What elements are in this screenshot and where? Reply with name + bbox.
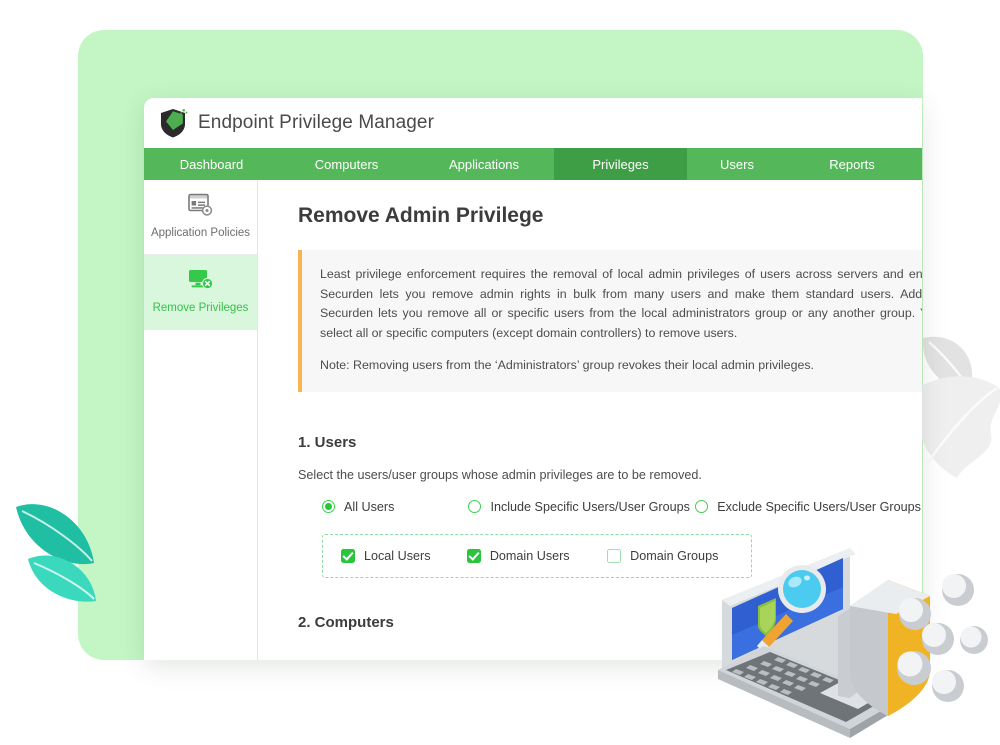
- sidebar-item-label: Application Policies: [148, 227, 253, 241]
- main-navigation: Dashboard Computers Applications Privile…: [144, 148, 922, 180]
- teal-leaf-decoration: [8, 485, 138, 615]
- checkbox-label: Domain Users: [490, 549, 570, 563]
- sidebar-item-label: Remove Privileges: [148, 302, 253, 316]
- sidebar-item-application-policies[interactable]: Application Policies: [144, 180, 257, 255]
- nav-tab-users[interactable]: Users: [687, 148, 787, 180]
- shield-check-logo-icon: [158, 107, 188, 139]
- radio-label: Include Specific Users/User Groups: [490, 500, 689, 514]
- laptop-shield-illustration: [700, 488, 1000, 745]
- checkbox-indicator: [607, 549, 621, 563]
- radio-label: All Users: [344, 500, 394, 514]
- app-title: Endpoint Privilege Manager: [198, 112, 434, 134]
- document-gear-icon: [148, 192, 253, 218]
- checkbox-indicator: [467, 549, 481, 563]
- info-callout: Least privilege enforcement requires the…: [298, 250, 922, 392]
- user-type-checkbox-group: Local Users Domain Users Domain Groups: [322, 534, 752, 578]
- nav-tab-applications[interactable]: Applications: [414, 148, 554, 180]
- section-title-users: 1. Users: [298, 434, 922, 451]
- checkbox-local-users[interactable]: Local Users: [341, 549, 467, 563]
- monitor-remove-icon: [148, 267, 253, 293]
- sidebar-item-remove-privileges[interactable]: Remove Privileges: [144, 255, 257, 330]
- app-header: Endpoint Privilege Manager: [144, 98, 922, 148]
- info-paragraph: Least privilege enforcement requires the…: [320, 265, 922, 343]
- nav-tab-dashboard[interactable]: Dashboard: [144, 148, 279, 180]
- sidebar-empty-area: [144, 330, 257, 650]
- section-description-users: Select the users/user groups whose admin…: [298, 468, 922, 482]
- nav-tab-computers[interactable]: Computers: [279, 148, 414, 180]
- checkbox-label: Local Users: [364, 549, 431, 563]
- radio-indicator: [468, 500, 481, 513]
- page-title: Remove Admin Privilege: [298, 204, 922, 228]
- radio-indicator: [322, 500, 335, 513]
- checkbox-indicator: [341, 549, 355, 563]
- radio-option-include-specific[interactable]: Include Specific Users/User Groups: [468, 500, 695, 514]
- checkbox-domain-users[interactable]: Domain Users: [467, 549, 607, 563]
- nav-tab-privileges[interactable]: Privileges: [554, 148, 687, 180]
- info-note: Note: Removing users from the ‘Administr…: [320, 356, 922, 376]
- screenshot-root: Endpoint Privilege Manager Dashboard Com…: [0, 0, 1000, 745]
- sidebar: Application Policies Remove Privi: [144, 180, 258, 660]
- radio-option-all-users[interactable]: All Users: [322, 500, 468, 514]
- nav-tab-reports[interactable]: Reports: [787, 148, 917, 180]
